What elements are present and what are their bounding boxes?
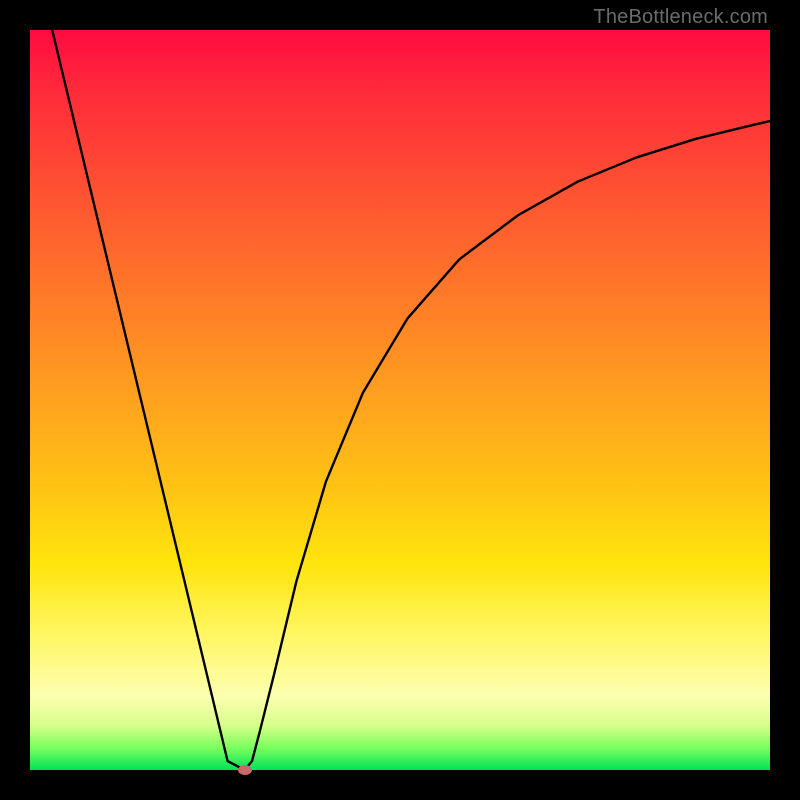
bottleneck-curve: [52, 30, 770, 770]
watermark-text: TheBottleneck.com: [593, 6, 768, 29]
chart-frame: TheBottleneck.com: [0, 0, 800, 800]
curve-svg: [30, 30, 770, 770]
minimum-marker: [238, 765, 252, 775]
plot-area: [30, 30, 770, 770]
